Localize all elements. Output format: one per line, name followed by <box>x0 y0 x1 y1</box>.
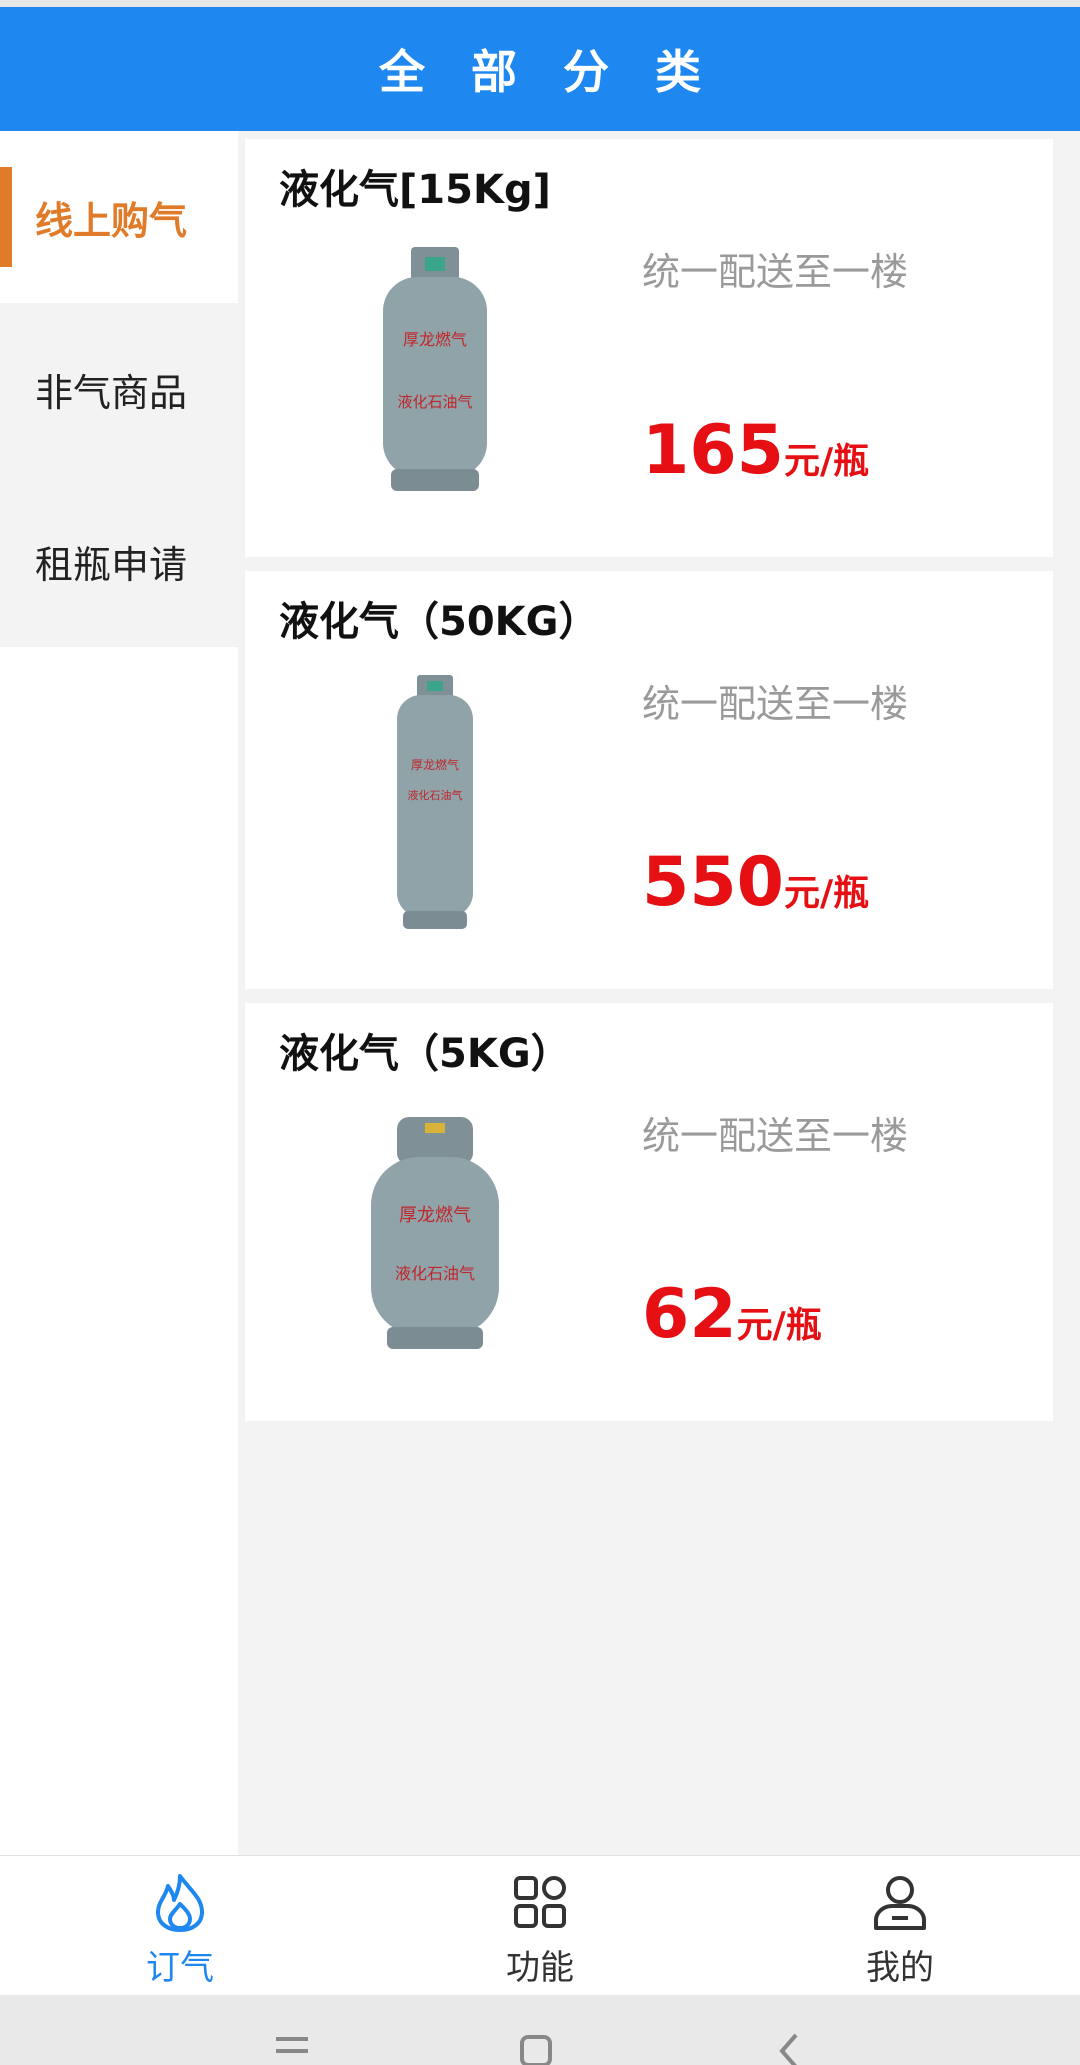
sidebar-item-label: 非气商品 <box>35 370 188 415</box>
tab-profile[interactable]: 我的 <box>720 1856 1080 1996</box>
bottom-tab-bar: 订气 功能 我的 <box>0 1855 1080 1996</box>
system-navigation-bar <box>0 1995 1080 2065</box>
product-card[interactable]: 液化气[15Kg] 厚龙燃气 液化石油气 统一配送至一楼 165元/瓶 <box>245 139 1053 557</box>
price-value: 165 <box>642 411 784 490</box>
tab-order-gas[interactable]: 订气 <box>0 1856 360 1996</box>
sidebar-item-online-gas[interactable]: 线上购气 <box>0 131 238 303</box>
svg-text:液化石油气: 液化石油气 <box>395 1264 475 1283</box>
product-price: 165元/瓶 <box>642 411 869 490</box>
page-title: 全部分类 <box>379 45 747 99</box>
page-header: 全部分类 <box>0 7 1080 131</box>
delivery-note: 统一配送至一楼 <box>642 682 909 726</box>
gas-cylinder-image: 厚龙燃气 液化石油气 <box>383 247 487 491</box>
tab-label: 我的 <box>866 1948 934 1988</box>
svg-text:厚龙燃气: 厚龙燃气 <box>399 1205 471 1226</box>
tab-label: 功能 <box>506 1948 574 1988</box>
delivery-note: 统一配送至一楼 <box>642 250 909 294</box>
product-card[interactable]: 液化气（5KG） 厚龙燃气 液化石油气 统一配送至一楼 62元/瓶 <box>245 1003 1053 1421</box>
price-unit: 元/瓶 <box>736 1305 822 1346</box>
user-icon <box>874 1876 926 1930</box>
product-name: 液化气（50KG） <box>279 599 599 645</box>
svg-text:厚龙燃气: 厚龙燃气 <box>411 757 459 772</box>
product-name: 液化气（5KG） <box>279 1031 571 1077</box>
sidebar-item-cylinder-rental[interactable]: 租瓶申请 <box>0 475 238 647</box>
gas-cylinder-image: 厚龙燃气 液化石油气 <box>397 675 473 929</box>
svg-text:液化石油气: 液化石油气 <box>408 788 463 802</box>
svg-text:液化石油气: 液化石油气 <box>397 393 472 411</box>
grid-icon <box>514 1876 566 1928</box>
status-strip <box>0 0 1080 7</box>
gas-cylinder-image: 厚龙燃气 液化石油气 <box>371 1117 499 1349</box>
product-price: 62元/瓶 <box>642 1275 822 1354</box>
back-icon[interactable] <box>758 2017 818 2065</box>
sidebar-item-label: 租瓶申请 <box>35 542 188 587</box>
home-icon[interactable] <box>506 2017 566 2065</box>
active-indicator <box>0 167 12 267</box>
price-value: 550 <box>642 843 784 922</box>
sidebar-item-label: 线上购气 <box>35 198 188 243</box>
product-price: 550元/瓶 <box>642 843 869 922</box>
price-unit: 元/瓶 <box>783 441 870 482</box>
price-value: 62 <box>642 1275 737 1354</box>
flame-icon <box>156 1874 204 1932</box>
product-list: 液化气[15Kg] 厚龙燃气 液化石油气 统一配送至一楼 165元/瓶 液化气（… <box>238 131 1080 1855</box>
sidebar-item-non-gas-goods[interactable]: 非气商品 <box>0 303 238 475</box>
product-card[interactable]: 液化气（50KG） 厚龙燃气 液化石油气 统一配送至一楼 550元/瓶 <box>245 571 1053 989</box>
tab-label: 订气 <box>146 1948 214 1988</box>
category-sidebar: 线上购气 非气商品 租瓶申请 <box>0 131 238 1855</box>
product-name: 液化气[15Kg] <box>279 167 551 213</box>
svg-text:厚龙燃气: 厚龙燃气 <box>403 330 467 349</box>
menu-icon[interactable] <box>262 2017 322 2065</box>
tab-functions[interactable]: 功能 <box>360 1856 720 1996</box>
delivery-note: 统一配送至一楼 <box>642 1114 909 1158</box>
price-unit: 元/瓶 <box>783 873 870 914</box>
